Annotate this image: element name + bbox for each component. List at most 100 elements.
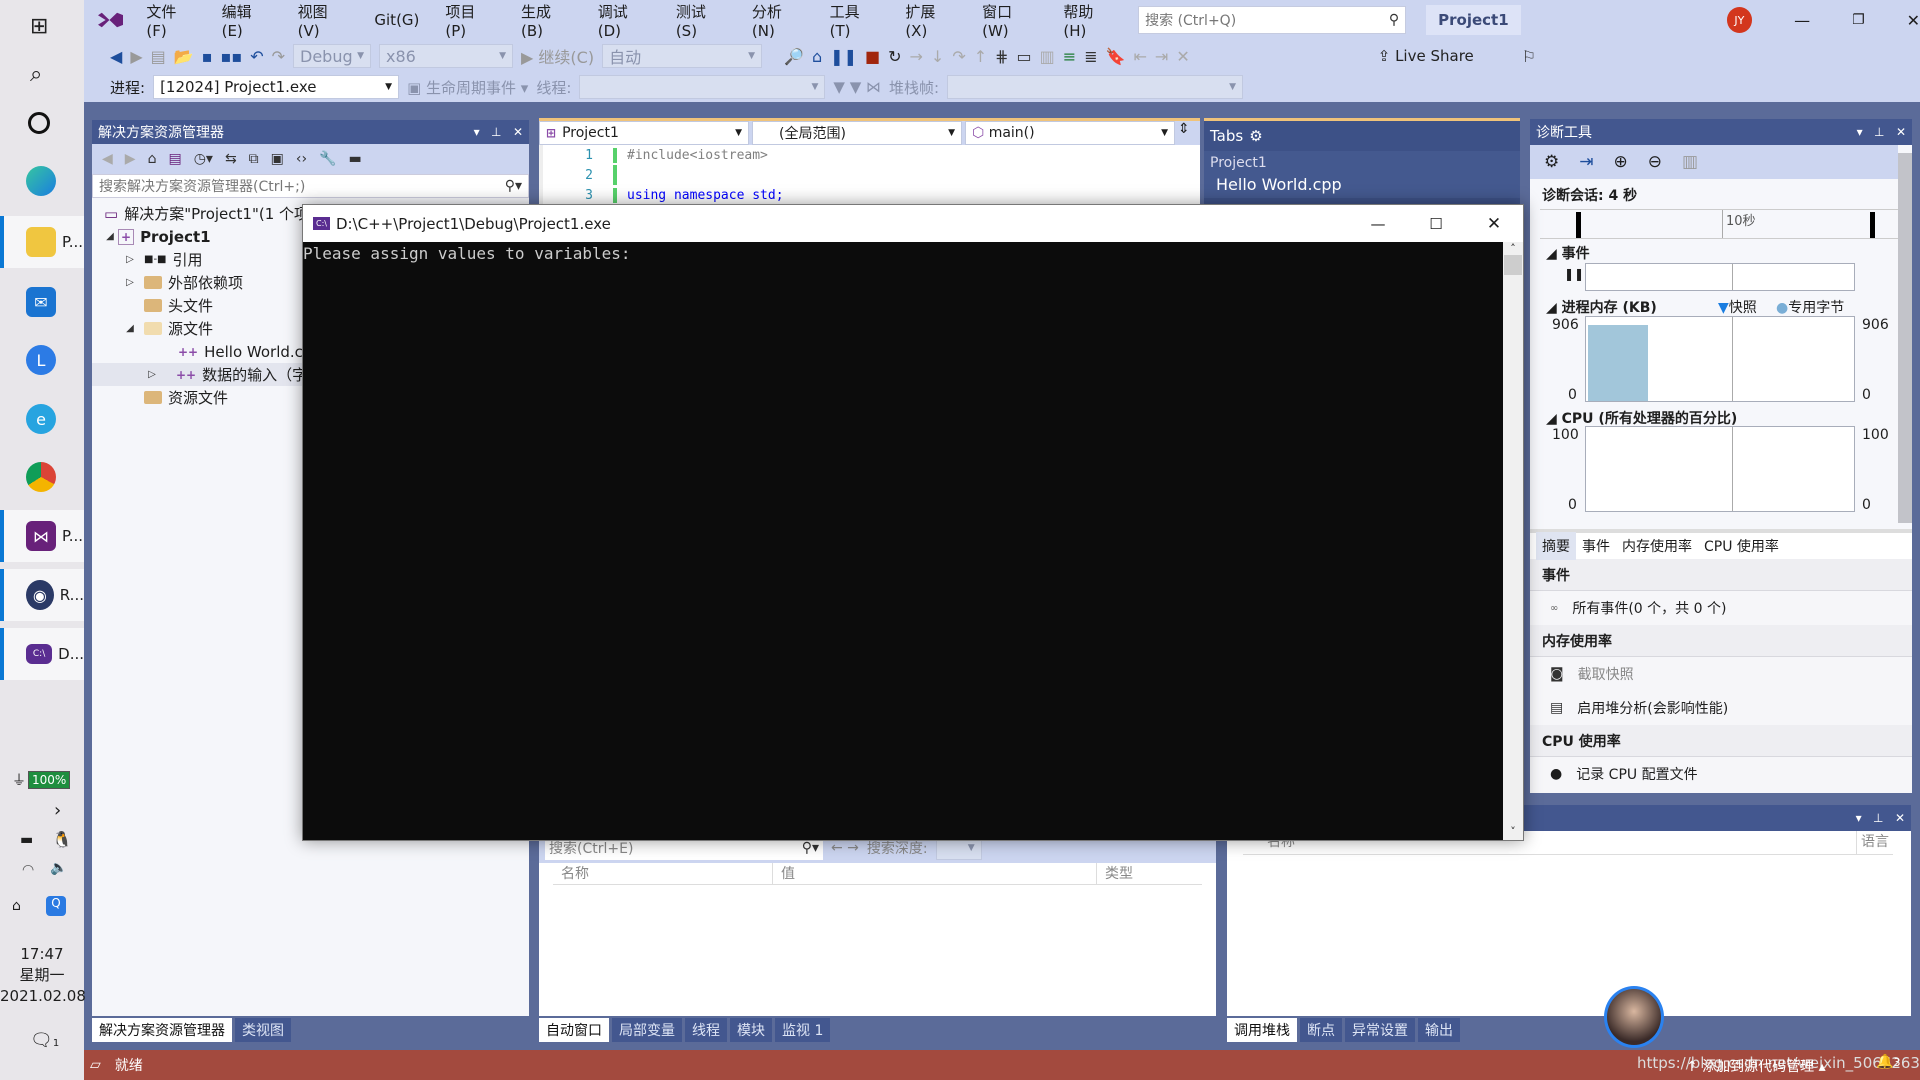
menu-window[interactable]: 窗口(W) [969,1,1050,40]
taskbar-app-chrome[interactable] [0,451,84,503]
feedback-icon[interactable]: ⚐ [1522,47,1536,66]
gear-icon[interactable]: ⚙ [1249,127,1262,145]
taskbar-app-console[interactable]: C:\ D... [0,628,84,680]
platform-select[interactable]: x86 ▼ [379,44,514,68]
menu-edit[interactable]: 编辑(E) [209,1,285,40]
next-bookmark-icon[interactable]: ⇥ [1155,47,1168,66]
tab-cpu-usage[interactable]: CPU 使用率 [1698,532,1785,560]
menu-extensions[interactable]: 扩展(X) [892,1,969,40]
edge-icon[interactable] [26,166,56,196]
clock[interactable]: 17:47 星期一 2021.02.08 [0,944,86,1007]
console-minimize-button[interactable]: — [1349,215,1407,233]
tab-modules[interactable]: 模块 [730,1018,772,1042]
scroll-up-icon[interactable]: ˄ [1503,242,1523,255]
menu-debug[interactable]: 调试(D) [585,1,663,40]
panel-controls[interactable]: ▾ ⊥ ✕ [474,125,523,139]
screenshot-icon[interactable]: ⌂ [812,47,822,66]
clear-bookmarks-icon[interactable]: ✕ [1176,47,1189,66]
filter-icon[interactable]: ▼ ▼ ⋈ [833,78,881,96]
project-combo[interactable]: ⊞ Project1 ▼ [539,121,749,145]
function-combo[interactable]: ⬡ main() ▼ [965,121,1175,145]
pause-icon[interactable]: ❚❚ [1564,267,1584,281]
volume-icon[interactable]: 🔈 [50,860,67,876]
tab-output[interactable]: 输出 [1418,1018,1460,1042]
tab-call-stack[interactable]: 调用堆栈 [1227,1018,1297,1042]
restart-icon[interactable]: ↻ [888,47,901,66]
tab-watch-1[interactable]: 监视 1 [775,1018,831,1042]
tab-events[interactable]: 事件 [1576,532,1616,560]
step-out-icon[interactable]: ↑ [974,47,987,66]
step-over-icon[interactable]: ↷ [952,47,965,66]
live-share-button[interactable]: ⇪ Live Share [1378,47,1474,65]
panel-controls[interactable]: ▾ ⊥ ✕ [1857,125,1906,139]
panel-controls[interactable]: ▾ ⊥ ✕ [1856,811,1905,825]
all-events-link[interactable]: ∞ 所有事件(0 个，共 0 个) [1530,591,1912,625]
step-into-icon[interactable]: ↓ [931,47,944,66]
record-cpu-profile-button[interactable]: ● 记录 CPU 配置文件 [1530,757,1912,791]
chevron-right-icon[interactable]: › [54,800,61,821]
network-icon[interactable]: ⌂ [12,898,21,914]
menu-build[interactable]: 生成(B) [508,1,585,40]
timeline-start-marker[interactable] [1576,212,1581,238]
code-line[interactable]: 3 using namespace std; [543,185,1200,205]
cpu-section[interactable]: ◢ CPU (所有处理器的百分比) [1546,408,1737,428]
zoom-out-icon[interactable]: ⊖ [1648,152,1662,172]
hex-icon[interactable]: ⋕ [995,47,1008,66]
undo-icon[interactable]: ↶ [250,47,263,66]
forward-icon[interactable]: ▶ [125,151,136,167]
search-icon[interactable]: ⌕ [30,62,42,87]
menu-project[interactable]: 项目(P) [432,1,508,40]
qq-icon[interactable]: 🐧 [52,830,72,849]
new-item-icon[interactable]: ▤ [151,47,166,66]
uncomment-icon[interactable]: ≣ [1084,47,1097,66]
q-app-icon[interactable]: Q [46,896,66,916]
taskbar-app-e[interactable]: e [0,393,84,445]
menu-tools[interactable]: 工具(T) [817,1,893,40]
menu-view[interactable]: 视图(V) [285,1,362,40]
back-icon[interactable]: ◀ [110,47,122,66]
tabs-file[interactable]: Hello World.cpp [1204,175,1520,198]
notification-icon[interactable]: 🗨1 [30,1030,59,1051]
code-view-icon[interactable]: ‹› [296,151,307,167]
console-title-bar[interactable]: C:\ D:\C++\Project1\Debug\Project1.exe —… [303,205,1523,242]
menu-analyze[interactable]: 分析(N) [739,1,817,40]
close-button[interactable]: ✕ [1907,11,1920,30]
preview-icon[interactable]: ▬ [349,151,362,167]
timeline-ruler[interactable]: 10秒 [1540,209,1898,239]
process-select[interactable]: [12024] Project1.exe ▼ [153,75,400,99]
tab-summary[interactable]: 摘要 [1536,532,1576,560]
tab-class-view[interactable]: 类视图 [235,1018,291,1042]
taskbar-app-folder[interactable]: P... [0,216,84,268]
bell-icon[interactable]: 🔔3 [1876,1054,1900,1070]
back-icon[interactable]: ◀ [102,151,113,167]
show-all-files-icon[interactable]: ▣ [271,151,284,167]
scope-combo[interactable]: (全局范围) ▼ [752,121,962,145]
stack-frame-select[interactable]: ▼ [947,75,1244,99]
solution-search-input[interactable]: 搜索解决方案资源管理器(Ctrl+;) ⚲▾ [92,174,529,198]
save-all-icon[interactable]: ▪▪ [221,47,243,66]
memory-chart[interactable] [1585,316,1855,402]
save-icon[interactable]: ▪ [202,47,213,66]
bookmark-icon[interactable]: 🔖 [1106,47,1126,66]
timeline-end-marker[interactable] [1870,212,1875,238]
sync-icon[interactable]: ⇆ [225,151,237,167]
config-select[interactable]: Debug ▼ [293,44,372,68]
comment-icon[interactable]: ≡ [1063,47,1076,66]
properties-icon[interactable]: 🔧 [319,151,336,167]
memory-section[interactable]: ◢ 进程内存 (KB) [1546,297,1657,317]
menu-test[interactable]: 测试(S) [663,1,739,40]
home-icon[interactable]: ⌂ [148,151,157,167]
menu-git[interactable]: Git(G) [361,11,432,29]
zoom-in-icon[interactable]: ⊕ [1614,152,1628,172]
open-icon[interactable]: 📂 [174,47,194,66]
scroll-down-icon[interactable]: ˅ [1503,825,1523,838]
windows-start-icon[interactable]: ⊞ [30,14,48,39]
console-maximize-button[interactable]: ☐ [1407,215,1465,233]
tab-locals[interactable]: 局部变量 [612,1018,682,1042]
prev-bookmark-icon[interactable]: ⇤ [1134,47,1147,66]
scroll-thumb[interactable] [1504,255,1522,275]
tab-autos[interactable]: 自动窗口 [539,1018,609,1042]
tab-exception-settings[interactable]: 异常设置 [1345,1018,1415,1042]
taskbar-app-l[interactable]: L [0,334,84,386]
layout-icon[interactable]: ▥ [1040,47,1055,66]
